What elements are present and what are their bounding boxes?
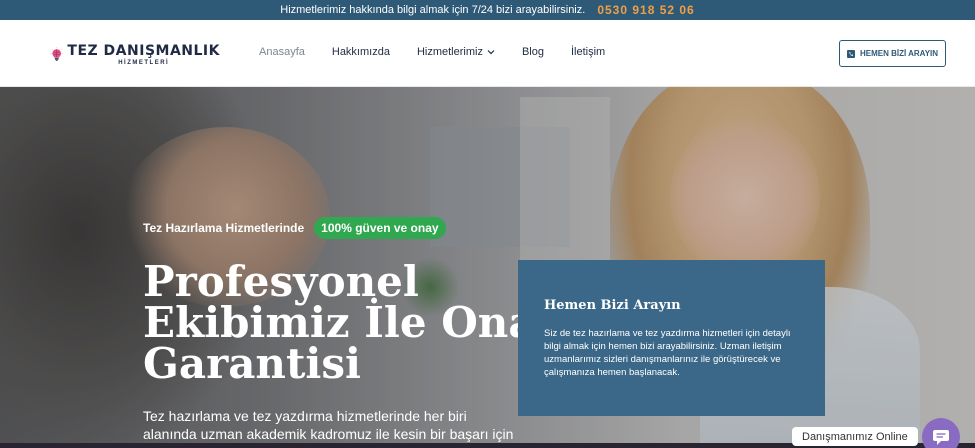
headline-line-1: Profesyonel — [143, 257, 419, 306]
call-now-button[interactable]: HEMEN BİZİ ARAYIN — [839, 40, 946, 67]
phone-link[interactable]: 0530 918 52 06 — [597, 3, 694, 17]
trust-badge: 100% güven ve onay — [314, 217, 446, 239]
announcement-text: Hizmetlerimiz hakkında bilgi almak için … — [280, 4, 586, 16]
nav-about[interactable]: Hakkımızda — [332, 46, 390, 58]
nav-blog[interactable]: Blog — [522, 46, 544, 58]
nav-contact-label: İletişim — [570, 46, 606, 58]
chat-bubble-icon — [933, 430, 949, 445]
headline-line-3: Garantisi — [143, 339, 361, 388]
contact-card-title: Hemen Bizi Arayın — [544, 298, 681, 313]
brain-bulb-icon — [50, 47, 63, 61]
contact-card: Hemen Bizi Arayın Siz de tez hazırlama v… — [518, 260, 825, 416]
headline-line-2: Ekibimiz İle Onay — [143, 298, 560, 347]
hero-headline: Profesyonel Ekibimiz İle Onay Garantisi — [143, 257, 560, 388]
chat-open-button[interactable] — [922, 418, 960, 448]
hero-subtext: Tez hazırlama ve tez yazdırma hizmetleri… — [143, 408, 514, 442]
nav-about-label: Hakkımızda — [331, 46, 390, 58]
chat-status-label[interactable]: Danışmanımız Online — [792, 427, 918, 446]
nav-services-label: Hizmetlerimiz — [416, 46, 483, 58]
nav-home[interactable]: Anasayfa — [259, 46, 305, 58]
phone-square-icon — [846, 49, 855, 58]
brand-name: TEZ DANIŞMANLIK — [67, 42, 220, 59]
nav-contact[interactable]: İletişim — [571, 46, 605, 58]
site-logo[interactable]: TEZ DANIŞMANLIK HİZMETLERİ — [50, 23, 220, 85]
nav-home-label: Anasayfa — [259, 46, 305, 58]
brand-subtitle: HİZMETLERİ — [118, 59, 170, 66]
hero-tagline: Tez Hazırlama Hizmetlerinde 100% güven v… — [143, 217, 446, 239]
tagline-text: Tez Hazırlama Hizmetlerinde — [143, 221, 305, 235]
hero-section: Tez Hazırlama Hizmetlerinde 100% güven v… — [0, 87, 975, 448]
main-navigation: Anasayfa Hakkımızda Hizmetlerimiz Blog İ… — [259, 46, 632, 58]
call-now-label: HEMEN BİZİ ARAYIN — [859, 49, 939, 58]
site-header: TEZ DANIŞMANLIK HİZMETLERİ Anasayfa Hakk… — [0, 20, 975, 87]
nav-services[interactable]: Hizmetlerimiz — [417, 46, 495, 58]
contact-card-body: Siz de tez hazırlama ve tez yazdırma hiz… — [544, 328, 791, 378]
chevron-down-icon — [487, 50, 495, 55]
nav-blog-label: Blog — [521, 46, 544, 58]
top-announcement-bar: Hizmetlerimiz hakkında bilgi almak için … — [0, 0, 975, 20]
